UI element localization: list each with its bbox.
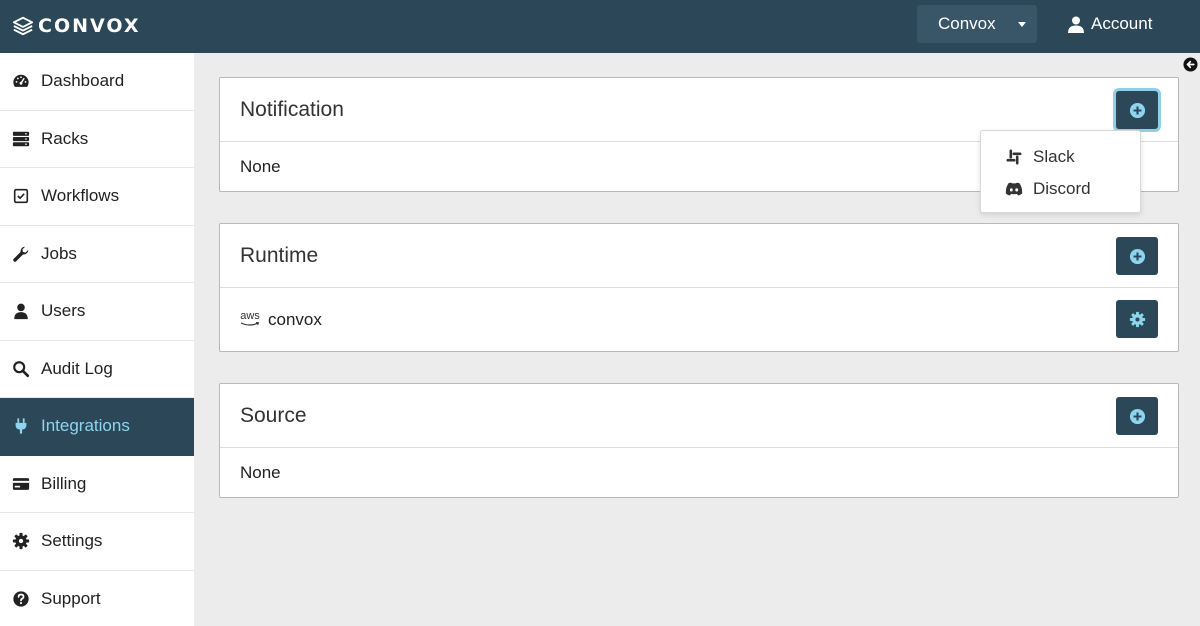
credit-card-icon: [12, 477, 30, 490]
sidebar-item-dashboard[interactable]: Dashboard: [0, 53, 194, 111]
sidebar-item-label: Users: [41, 301, 86, 321]
user-icon: [14, 303, 28, 320]
arrow-circle-left-icon[interactable]: [1183, 57, 1198, 72]
logo-text: CONVOX: [38, 15, 141, 37]
plus-circle-icon: [1129, 102, 1145, 118]
panel-title: Source: [240, 403, 307, 427]
menu-item-discord[interactable]: Discord: [981, 173, 1140, 205]
plus-circle-icon: [1129, 408, 1145, 424]
server-icon: [12, 131, 30, 147]
sidebar-item-label: Support: [41, 588, 101, 608]
sidebar-item-audit-log[interactable]: Audit Log: [0, 341, 194, 398]
menu-item-slack[interactable]: Slack: [981, 141, 1140, 173]
org-selector[interactable]: Convox: [917, 5, 1037, 43]
runtime-entry-row: aws convox: [220, 288, 1178, 351]
plug-icon: [15, 418, 27, 434]
panel-title: Notification: [240, 97, 344, 121]
sidebar-item-label: Workflows: [41, 186, 120, 206]
runtime-name[interactable]: convox: [268, 310, 322, 330]
sidebar-item-label: Settings: [41, 531, 103, 551]
sidebar-item-label: Jobs: [41, 243, 77, 263]
panel-header: Runtime: [220, 224, 1178, 288]
account-label: Account: [1091, 14, 1153, 33]
sidebar-item-label: Audit Log: [41, 358, 113, 378]
panel-title: Runtime: [240, 243, 319, 267]
sidebar-item-settings[interactable]: Settings: [0, 513, 194, 571]
layers-icon: [12, 16, 34, 36]
empty-text: None: [240, 462, 281, 482]
search-icon: [13, 360, 30, 377]
discord-icon: [1005, 182, 1023, 196]
notification-menu: Slack Discord: [980, 130, 1141, 213]
aws-smile-icon: [240, 321, 260, 326]
gear-icon: [1129, 311, 1145, 327]
runtime-settings-button[interactable]: [1116, 300, 1158, 338]
sidebar-item-racks[interactable]: Racks: [0, 111, 194, 168]
dashboard-icon: [13, 74, 29, 88]
panel-header: Source: [220, 384, 1178, 448]
top-bar: CONVOX Convox Account: [0, 0, 1200, 53]
sidebar-item-billing[interactable]: Billing: [0, 456, 194, 513]
wrench-icon: [13, 246, 29, 262]
source-panel: Source None: [219, 383, 1179, 498]
sidebar-item-support[interactable]: Support: [0, 571, 194, 626]
user-icon: [1068, 16, 1084, 33]
empty-text: None: [240, 156, 281, 176]
caret-down-icon: [1018, 22, 1026, 27]
runtime-panel: Runtime aws convox: [219, 223, 1179, 352]
sidebar-item-label: Integrations: [41, 416, 130, 436]
checkbox-icon: [13, 189, 29, 204]
panel-body: None: [220, 448, 1178, 497]
sidebar-item-users[interactable]: Users: [0, 283, 194, 341]
aws-logo-text: aws: [240, 309, 260, 322]
sidebar-item-label: Racks: [41, 128, 89, 148]
sidebar-item-workflows[interactable]: Workflows: [0, 168, 194, 226]
add-source-button[interactable]: [1116, 397, 1158, 435]
menu-item-label: Slack: [1033, 147, 1075, 166]
sidebar: Dashboard Racks Workflows Jobs Users Aud…: [0, 53, 194, 626]
menu-item-label: Discord: [1033, 179, 1091, 198]
question-circle-icon: [13, 591, 29, 607]
convox-logo[interactable]: CONVOX: [12, 13, 141, 39]
org-name: Convox: [938, 14, 996, 33]
gear-icon: [12, 533, 30, 550]
plus-circle-icon: [1129, 248, 1145, 264]
sidebar-item-jobs[interactable]: Jobs: [0, 226, 194, 283]
sidebar-item-label: Dashboard: [41, 71, 125, 91]
add-runtime-button[interactable]: [1116, 237, 1158, 275]
aws-logo: aws: [240, 309, 260, 327]
sidebar-item-label: Billing: [41, 473, 87, 493]
slack-icon: [1006, 149, 1022, 165]
account-menu[interactable]: Account: [1068, 13, 1152, 35]
add-notification-button[interactable]: [1116, 91, 1158, 129]
sidebar-item-integrations[interactable]: Integrations: [0, 398, 194, 456]
